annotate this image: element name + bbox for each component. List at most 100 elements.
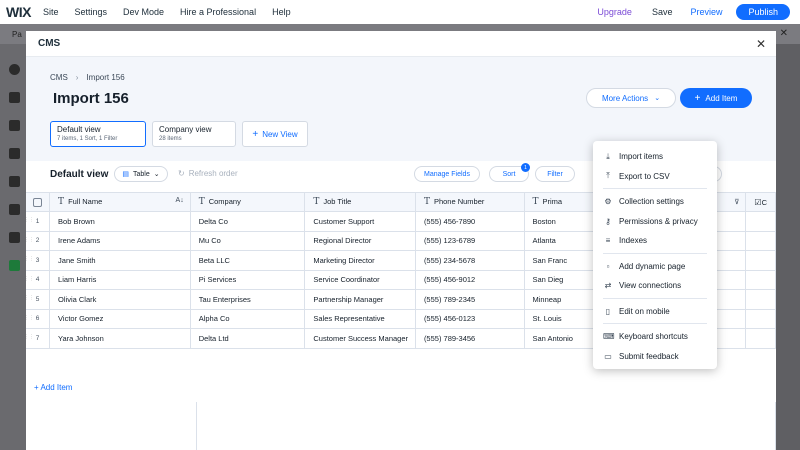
sort-button[interactable]: Sort 1 — [489, 163, 530, 182]
cell-job-title[interactable]: Customer Support — [304, 211, 416, 232]
cell-phone[interactable]: (555) 456-9012 — [415, 270, 525, 290]
menu-item-view-connections[interactable]: ⇄ View connections — [593, 276, 717, 296]
cell-full-name[interactable]: Irene Adams — [49, 231, 191, 251]
sections-icon[interactable] — [9, 92, 20, 103]
cell-company[interactable]: Delta Ltd — [190, 328, 306, 349]
cell-phone[interactable]: (555) 234-5678 — [415, 250, 525, 271]
more-actions-button[interactable]: More Actions ⌄ — [586, 88, 676, 108]
menu-item-edit-mobile[interactable]: ▯ Edit on mobile — [593, 302, 717, 322]
menu-divider — [603, 323, 707, 324]
row-number[interactable]: 2 — [26, 231, 51, 251]
cell-c[interactable] — [745, 250, 776, 271]
save-button[interactable]: Save — [652, 7, 673, 17]
filter-icon: ⊽ — [734, 199, 740, 206]
preview-button[interactable]: Preview — [690, 7, 722, 17]
cell-phone[interactable]: (555) 789-3456 — [415, 328, 525, 349]
row-number[interactable]: 4 — [26, 270, 51, 290]
cell-company[interactable]: Beta LLC — [190, 250, 306, 271]
cell-c[interactable] — [745, 289, 776, 310]
filter-button[interactable]: Filter — [535, 166, 575, 182]
cell-full-name[interactable]: Olivia Clark — [49, 289, 191, 310]
upgrade-link[interactable]: Upgrade — [597, 7, 632, 17]
add-item-row-button[interactable]: + Add Item — [34, 383, 72, 392]
row-number[interactable]: 5 — [26, 289, 51, 310]
view-card-company[interactable]: Company view 28 items — [152, 121, 236, 147]
cell-full-name[interactable]: Bob Brown — [49, 211, 191, 232]
add-elements-icon[interactable] — [9, 64, 20, 75]
column-header-job-title[interactable]: T Job Title — [304, 192, 416, 212]
row-number[interactable]: 3 — [26, 250, 51, 271]
add-item-button[interactable]: + Add Item — [680, 88, 752, 108]
column-header-c[interactable]: ☑C — [745, 192, 776, 212]
cell-c[interactable] — [745, 328, 776, 349]
menu-item-export-csv[interactable]: ⤒ Export to CSV — [593, 167, 717, 187]
apps-icon[interactable] — [9, 176, 20, 187]
export-icon: ⤒ — [606, 171, 610, 181]
publish-button[interactable]: Publish — [736, 4, 790, 20]
menu-item-keyboard-shortcuts[interactable]: ⌨ Keyboard shortcuts — [593, 327, 717, 347]
breadcrumb-cms[interactable]: CMS — [50, 73, 68, 82]
menu-item-indexes[interactable]: ≡ Indexes — [593, 231, 717, 251]
menu-help[interactable]: Help — [272, 7, 291, 17]
cell-c[interactable] — [745, 309, 776, 329]
menu-hire-professional[interactable]: Hire a Professional — [180, 7, 256, 17]
refresh-icon: ↻ — [178, 169, 185, 178]
cell-full-name[interactable]: Jane Smith — [49, 250, 191, 271]
menu-divider — [603, 252, 707, 254]
cell-phone[interactable]: (555) 456-0123 — [415, 309, 525, 329]
menu-site[interactable]: Site — [43, 7, 59, 17]
cell-phone[interactable]: (555) 789-2345 — [415, 289, 525, 310]
business-icon[interactable] — [9, 204, 20, 215]
row-number[interactable]: 7 — [26, 328, 51, 349]
media-icon[interactable] — [9, 232, 20, 243]
cell-job-title[interactable]: Sales Representative — [304, 309, 416, 329]
column-header-company[interactable]: T Company — [190, 192, 306, 212]
cell-job-title[interactable]: Marketing Director — [304, 250, 416, 271]
pages-icon[interactable] — [9, 120, 20, 131]
cell-job-title[interactable]: Service Coordinator — [304, 270, 416, 290]
cms-icon[interactable] — [9, 260, 20, 271]
menu-dev-mode[interactable]: Dev Mode — [123, 7, 164, 17]
row-number[interactable]: 1 — [26, 211, 51, 232]
manage-fields-button[interactable]: Manage Fields — [414, 166, 480, 182]
cell-c[interactable] — [745, 211, 776, 232]
checkbox[interactable] — [33, 197, 42, 207]
close-icon[interactable]: ✕ — [780, 28, 788, 39]
cell-phone[interactable]: (555) 123-6789 — [415, 231, 525, 251]
cell-company[interactable]: Pi Services — [190, 270, 306, 290]
view-card-default[interactable]: Default view 7 items, 1 Sort, 1 Filter — [50, 121, 146, 147]
cell-full-name[interactable]: Victor Gomez — [49, 309, 191, 329]
menu-item-import[interactable]: ⤓ Import items — [593, 147, 717, 167]
menu-settings[interactable]: Settings — [74, 7, 107, 17]
cell-job-title[interactable]: Partnership Manager — [304, 289, 416, 310]
sort-label: Sort — [502, 170, 516, 178]
select-all-checkbox[interactable] — [26, 192, 51, 212]
cell-full-name[interactable]: Yara Johnson — [49, 328, 191, 349]
page-selector[interactable]: Pa — [12, 30, 22, 39]
row-number[interactable]: 6 — [26, 309, 51, 329]
menu-item-collection-settings[interactable]: ⚙ Collection settings — [593, 192, 717, 212]
layout-selector[interactable]: ▤ Table ⌄ — [114, 166, 168, 182]
new-view-button[interactable]: + New View — [242, 121, 308, 147]
refresh-order-button[interactable]: ↻ Refresh order — [178, 169, 238, 178]
cell-company[interactable]: Delta Co — [190, 211, 306, 232]
cell-company[interactable]: Mu Co — [190, 231, 306, 251]
cell-full-name[interactable]: Liam Harris — [49, 270, 191, 290]
menu-item-add-dynamic-page[interactable]: ▫ Add dynamic page — [593, 257, 717, 277]
chevron-down-icon: ⌄ — [654, 95, 661, 102]
view-name: Company view — [159, 125, 212, 134]
cell-company[interactable]: Tau Enterprises — [190, 289, 306, 310]
cell-job-title[interactable]: Regional Director — [304, 231, 416, 251]
new-view-label: New View — [262, 129, 298, 139]
column-header-phone[interactable]: T Phone Number — [415, 192, 525, 212]
cell-c[interactable] — [745, 231, 776, 251]
menu-item-permissions[interactable]: ⚷ Permissions & privacy — [593, 212, 717, 232]
column-header-full-name[interactable]: T Full Name A↓ — [49, 192, 191, 212]
cell-phone[interactable]: (555) 456-7890 — [415, 211, 525, 232]
modal-close-icon[interactable]: ✕ — [756, 37, 766, 51]
theme-icon[interactable] — [9, 148, 20, 159]
cell-company[interactable]: Alpha Co — [190, 309, 306, 329]
cell-c[interactable] — [745, 270, 776, 290]
cell-job-title[interactable]: Customer Success Manager — [304, 328, 416, 349]
menu-item-submit-feedback[interactable]: ▭ Submit feedback — [593, 347, 717, 367]
